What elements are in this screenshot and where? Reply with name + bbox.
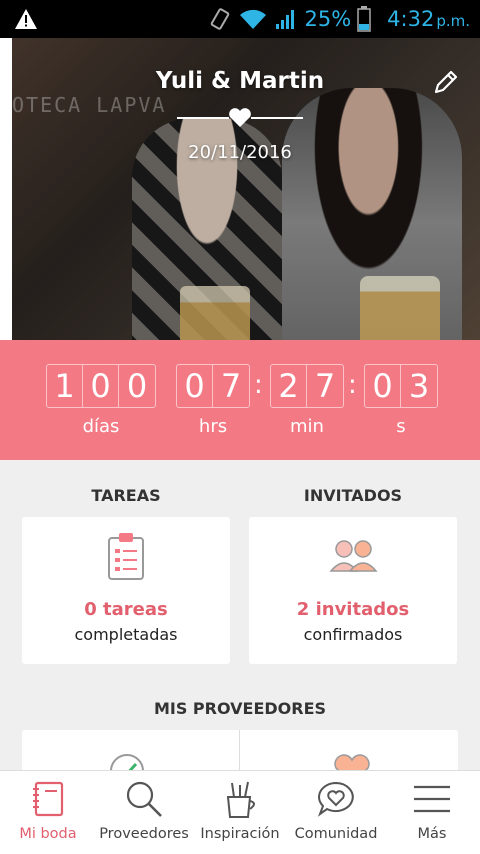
search-icon [126, 781, 162, 817]
pencil-cup-icon [226, 781, 255, 818]
couple-names: Yuli & Martin [155, 68, 325, 94]
countdown-panel: 1 0 0 0 7 : 2 7 : 0 3 días hrs min s [0, 340, 480, 460]
guests-heading: INVITADOS [303, 486, 403, 505]
wedding-date: 20/11/2016 [188, 142, 292, 163]
status-right: 25% 4:32 p.m. [208, 0, 470, 38]
countdown-digit: 7 [314, 367, 336, 405]
nav-label: Mi boda [19, 826, 77, 842]
countdown-digit: 7 [220, 367, 242, 405]
providers-heading: MIS PROVEEDORES [153, 699, 327, 718]
clock-time: 4:32 [387, 7, 435, 31]
countdown-label-days: días [82, 416, 120, 437]
nav-label: Más [417, 826, 447, 842]
countdown-digit: 0 [365, 365, 401, 407]
countdown-hours: 0 7 [176, 364, 250, 408]
guests-sub: confirmados [303, 625, 403, 644]
warning-icon [15, 9, 37, 29]
edit-pencil-icon[interactable] [432, 68, 460, 96]
clipboard-icon [108, 533, 144, 580]
battery-icon [357, 6, 371, 32]
countdown-days: 1 0 0 [46, 364, 156, 408]
tasks-card[interactable]: 0 tareas completadas [22, 517, 230, 664]
countdown-digit: 2 [271, 365, 307, 407]
tasks-heading: TAREAS [91, 486, 161, 505]
countdown-minutes: 2 7 [270, 364, 344, 408]
wifi-icon [240, 9, 267, 29]
countdown-digit: 1 [47, 365, 83, 407]
heart-divider-icon [177, 108, 303, 127]
countdown-colon: : [254, 370, 263, 400]
nav-mas[interactable]: Más [384, 771, 480, 854]
clock-ampm: p.m. [436, 12, 470, 30]
vibrate-icon [211, 8, 230, 30]
countdown-digit: 3 [408, 367, 430, 405]
status-bar: 25% 4:32 p.m. [0, 0, 480, 38]
guests-count: 2 invitados [296, 599, 410, 620]
countdown-digit: 0 [177, 365, 213, 407]
guests-icon [329, 540, 378, 572]
nav-inspiracion[interactable]: Inspiración [192, 771, 288, 854]
countdown-colon: : [348, 370, 357, 400]
tasks-count: 0 tareas [84, 599, 168, 620]
guests-card[interactable]: 2 invitados confirmados [249, 517, 457, 664]
countdown-label-hours: hrs [198, 416, 228, 437]
nav-label: Proveedores [99, 826, 189, 842]
bottom-navigation: Mi boda Proveedores Inspiración Comunida… [0, 770, 480, 854]
nav-comunidad[interactable]: Comunidad [288, 771, 384, 854]
countdown-label-seconds: s [396, 416, 406, 437]
chat-heart-icon [317, 781, 354, 817]
signal-icon [276, 10, 295, 29]
countdown-digit: 0 [83, 365, 119, 407]
nav-mi-boda[interactable]: Mi boda [0, 771, 96, 854]
tasks-sub: completadas [74, 625, 178, 644]
countdown-seconds: 0 3 [364, 364, 438, 408]
menu-icon [414, 785, 450, 813]
notebook-icon [33, 781, 64, 817]
nav-label: Comunidad [294, 826, 378, 842]
countdown-label-minutes: min [290, 416, 324, 437]
nav-proveedores[interactable]: Proveedores [96, 771, 192, 854]
countdown-digit: 0 [126, 367, 148, 405]
nav-label: Inspiración [200, 826, 280, 842]
battery-percent: 25% [304, 7, 352, 31]
